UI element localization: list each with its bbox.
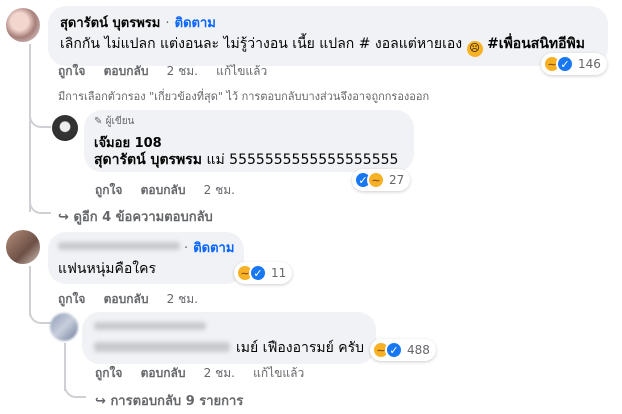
blurred-mention: [94, 342, 230, 352]
follow-button[interactable]: ติดตาม: [193, 241, 234, 256]
reply-bubble: เมย์ เฟืองอารมย์ ครับ: [82, 312, 376, 364]
comment-actions: ถูกใจ ตอบกลับ 2 ชม. แก้ไขแล้ว: [58, 62, 281, 81]
edited-label[interactable]: แก้ไขแล้ว: [253, 366, 304, 380]
edited-label[interactable]: แก้ไขแล้ว: [216, 64, 267, 78]
reaction-summary[interactable]: ∼ ✓ 146: [541, 53, 607, 75]
timestamp[interactable]: 2 ชม.: [167, 292, 198, 306]
comment-actions: ถูกใจ ตอบกลับ 2 ชม.: [58, 290, 212, 309]
like-button[interactable]: ถูกใจ: [95, 366, 122, 380]
thread-connector-2: [29, 300, 51, 324]
thread-connector-1: [29, 92, 51, 128]
reaction-count: 11: [271, 266, 287, 280]
pen-icon: ✎: [94, 116, 103, 127]
author-badge: ผู้เขียน: [105, 116, 135, 127]
reply-text: เมย์ เฟืองอารมย์ ครับ: [236, 340, 365, 356]
like-button[interactable]: ถูกใจ: [95, 183, 122, 197]
avatar[interactable]: [50, 313, 78, 341]
like-icon: ✓: [249, 264, 267, 282]
reaction-summary[interactable]: ∼ ✓ 488: [370, 339, 436, 361]
like-icon: ✓: [556, 55, 574, 73]
hashtag-link[interactable]: #เพื่อนสนิทอีพิม: [487, 36, 585, 52]
avatar[interactable]: [6, 230, 40, 264]
reaction-summary[interactable]: ✓ ∼ 27: [352, 169, 411, 191]
reaction-count: 488: [407, 343, 430, 357]
reply-bubble: ✎ ผู้เขียน เจ๊มอย 108 สุดารัตน์ บุตรพรม …: [84, 110, 414, 172]
comment-text: เลิกกัน ไม่แปลก แต่งอนละ ไม่รู้ว่างอน เน…: [60, 36, 463, 52]
reply-arrow-icon: ↪: [58, 210, 69, 225]
reply-text: แม่ 5555555555555555555: [206, 152, 399, 168]
separator: ·: [184, 241, 189, 256]
view-more-replies[interactable]: ↪ ดูอีก 4 ข้อความตอบกลับ: [58, 206, 213, 227]
reply-button[interactable]: ตอบกลับ: [104, 292, 149, 306]
comment-bubble: สุดารัตน์ บุตรพรม · ติดตาม เลิกกัน ไม่แป…: [48, 6, 608, 66]
like-button[interactable]: ถูกใจ: [58, 292, 85, 306]
like-icon: ✓: [385, 341, 403, 359]
view-more-replies[interactable]: ↪ การตอบกลับ 9 รายการ: [95, 390, 243, 411]
reaction-count: 146: [578, 57, 601, 71]
reply-button[interactable]: ตอบกลับ: [141, 183, 186, 197]
haha-icon: ∼: [367, 171, 385, 189]
comment-author[interactable]: สุดารัตน์ บุตรพรม: [60, 16, 160, 31]
avatar[interactable]: [6, 8, 40, 42]
timestamp[interactable]: 2 ชม.: [204, 183, 235, 197]
thread-line-1: [29, 44, 31, 212]
timestamp[interactable]: 2 ชม.: [204, 366, 235, 380]
reply-button[interactable]: ตอบกลับ: [141, 366, 186, 380]
reply-actions: ถูกใจ ตอบกลับ 2 ชม.: [95, 181, 249, 200]
reply-button[interactable]: ตอบกลับ: [104, 64, 149, 78]
thread-connector-more-2: [64, 376, 86, 398]
reply-arrow-icon: ↪: [95, 394, 106, 409]
timestamp[interactable]: 2 ชม.: [167, 64, 198, 78]
comment-text: แฟนหนุ่มคือใคร: [58, 261, 157, 277]
reply-actions: ถูกใจ ตอบกลับ 2 ชม. แก้ไขแล้ว: [95, 364, 318, 383]
blurred-name: [58, 242, 180, 250]
filter-notice: มีการเลือกตัวกรอง "เกี่ยวข้องที่สุด" ไว้…: [58, 90, 430, 103]
thread-connector-more-1: [29, 188, 51, 214]
reaction-summary[interactable]: ∼ ✓ 11: [234, 262, 293, 284]
separator: ·: [165, 16, 170, 31]
like-button[interactable]: ถูกใจ: [58, 64, 85, 78]
avatar[interactable]: [52, 115, 78, 141]
blurred-name: [94, 322, 206, 330]
mention-link[interactable]: สุดารัตน์ บุตรพรม: [94, 152, 202, 168]
follow-button[interactable]: ติดตาม: [175, 16, 216, 31]
sad-emoji-icon: ☹: [466, 41, 483, 57]
reaction-count: 27: [389, 173, 405, 187]
comment-bubble: · ติดตาม แฟนหนุ่มคือใคร: [48, 232, 244, 284]
